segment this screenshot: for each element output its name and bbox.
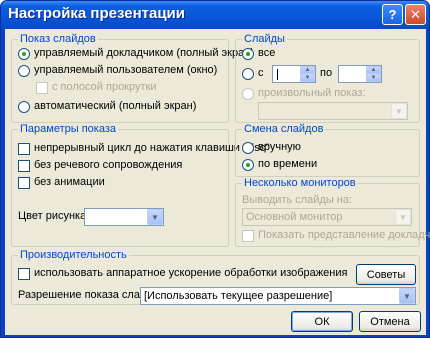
arrow-down-icon[interactable]: ▼: [366, 74, 381, 82]
all-slides-radio[interactable]: [242, 48, 254, 60]
pen-color-select[interactable]: ▼: [84, 208, 164, 226]
dialog-window: Настройка презентации ? ✕ Показ слайдов …: [0, 0, 430, 338]
scrollbar-checkbox[interactable]: [36, 82, 48, 94]
cancel-button[interactable]: Отмена: [359, 311, 421, 332]
show-type-group: Показ слайдов управляемый докладчиком (п…: [11, 33, 254, 123]
timings-label[interactable]: по времени: [258, 158, 317, 170]
close-button[interactable]: ✕: [405, 4, 426, 25]
window-label[interactable]: управляемый пользователем (окно): [34, 64, 217, 76]
display-on-select[interactable]: Основной монитор ▼: [242, 208, 412, 226]
dialog-body: Показ слайдов управляемый докладчиком (п…: [5, 29, 430, 335]
text-cursor: [277, 69, 278, 80]
help-button[interactable]: ?: [382, 4, 403, 25]
loop-label[interactable]: непрерывный цикл до нажатия клавиши "Esc…: [34, 142, 269, 154]
monitors-title: Несколько мониторов: [242, 177, 358, 189]
pen-color-label: Цвет рисунка:: [18, 210, 90, 222]
from-slide-input[interactable]: ▲ ▼: [272, 65, 316, 83]
all-slides-label[interactable]: все: [258, 47, 275, 59]
arrow-up-icon[interactable]: ▲: [300, 66, 315, 74]
to-slide-input[interactable]: ▲ ▼: [338, 65, 382, 83]
presenter-view-checkbox[interactable]: [242, 230, 254, 242]
kiosk-radio[interactable]: [18, 101, 30, 113]
dialog-title: Настройка презентации: [8, 5, 186, 22]
hw-accel-checkbox[interactable]: [18, 268, 30, 280]
presenter-label[interactable]: управляемый докладчиком (полный экран): [34, 47, 254, 59]
presenter-view-label: Показать представление докладчика: [258, 229, 430, 241]
slides-title: Слайды: [242, 33, 287, 45]
arrow-up-icon[interactable]: ▲: [366, 66, 381, 74]
resolution-select[interactable]: [Использовать текущее разрешение] ▼: [140, 287, 416, 305]
show-options-title: Параметры показа: [18, 123, 118, 135]
custom-show-select[interactable]: ▼: [258, 102, 408, 120]
advance-slides-title: Смена слайдов: [242, 123, 326, 135]
display-on-value: Основной монитор: [246, 211, 343, 223]
show-type-title: Показ слайдов: [18, 33, 98, 45]
loop-checkbox[interactable]: [18, 143, 30, 155]
range-radio[interactable]: [242, 68, 254, 80]
chevron-down-icon[interactable]: ▼: [395, 209, 411, 225]
tips-button[interactable]: Советы: [356, 264, 416, 285]
chevron-down-icon[interactable]: ▼: [391, 103, 407, 119]
ok-button[interactable]: ОК: [291, 311, 353, 332]
chevron-down-icon[interactable]: ▼: [399, 288, 415, 304]
chevron-down-icon[interactable]: ▼: [147, 209, 163, 225]
performance-title: Производительность: [18, 249, 129, 261]
display-on-label: Выводить слайды на:: [242, 194, 353, 206]
scrollbar-label: с полосой прокрутки: [52, 81, 157, 93]
slides-group: Слайды все с ▲ ▼ по ▲ ▼ произвольный пок…: [235, 33, 420, 123]
title-bar[interactable]: Настройка презентации ? ✕: [1, 1, 429, 29]
hw-accel-label[interactable]: использовать аппаратное ускорение обрабо…: [34, 267, 347, 279]
arrow-down-icon[interactable]: ▼: [300, 74, 315, 82]
manual-radio[interactable]: [242, 142, 254, 154]
to-label: по: [320, 67, 333, 79]
show-options-group: Параметры показа непрерывный цикл до наж…: [11, 123, 269, 247]
resolution-value: [Использовать текущее разрешение]: [144, 290, 333, 302]
custom-show-radio[interactable]: [242, 88, 254, 100]
manual-label[interactable]: вручную: [258, 141, 301, 153]
no-narration-label[interactable]: без речевого сопровождения: [34, 159, 182, 171]
cancel-button-label: Отмена: [370, 315, 410, 328]
no-narration-checkbox[interactable]: [18, 160, 30, 172]
from-label[interactable]: с: [258, 67, 264, 79]
window-radio[interactable]: [18, 65, 30, 77]
close-icon: ✕: [410, 6, 421, 22]
no-animation-checkbox[interactable]: [18, 177, 30, 189]
no-animation-label[interactable]: без анимации: [34, 176, 105, 188]
help-icon: ?: [388, 7, 397, 22]
custom-show-label: произвольный показ:: [258, 87, 366, 99]
tips-button-label: Советы: [366, 268, 406, 281]
timings-radio[interactable]: [242, 159, 254, 171]
advance-slides-group: Смена слайдов вручную по времени: [235, 123, 420, 177]
monitors-group: Несколько мониторов Выводить слайды на: …: [235, 177, 430, 247]
kiosk-label[interactable]: автоматический (полный экран): [34, 100, 196, 112]
ok-button-label: ОК: [314, 315, 330, 328]
performance-group: Производительность использовать аппаратн…: [11, 249, 420, 305]
presenter-radio[interactable]: [18, 48, 30, 60]
